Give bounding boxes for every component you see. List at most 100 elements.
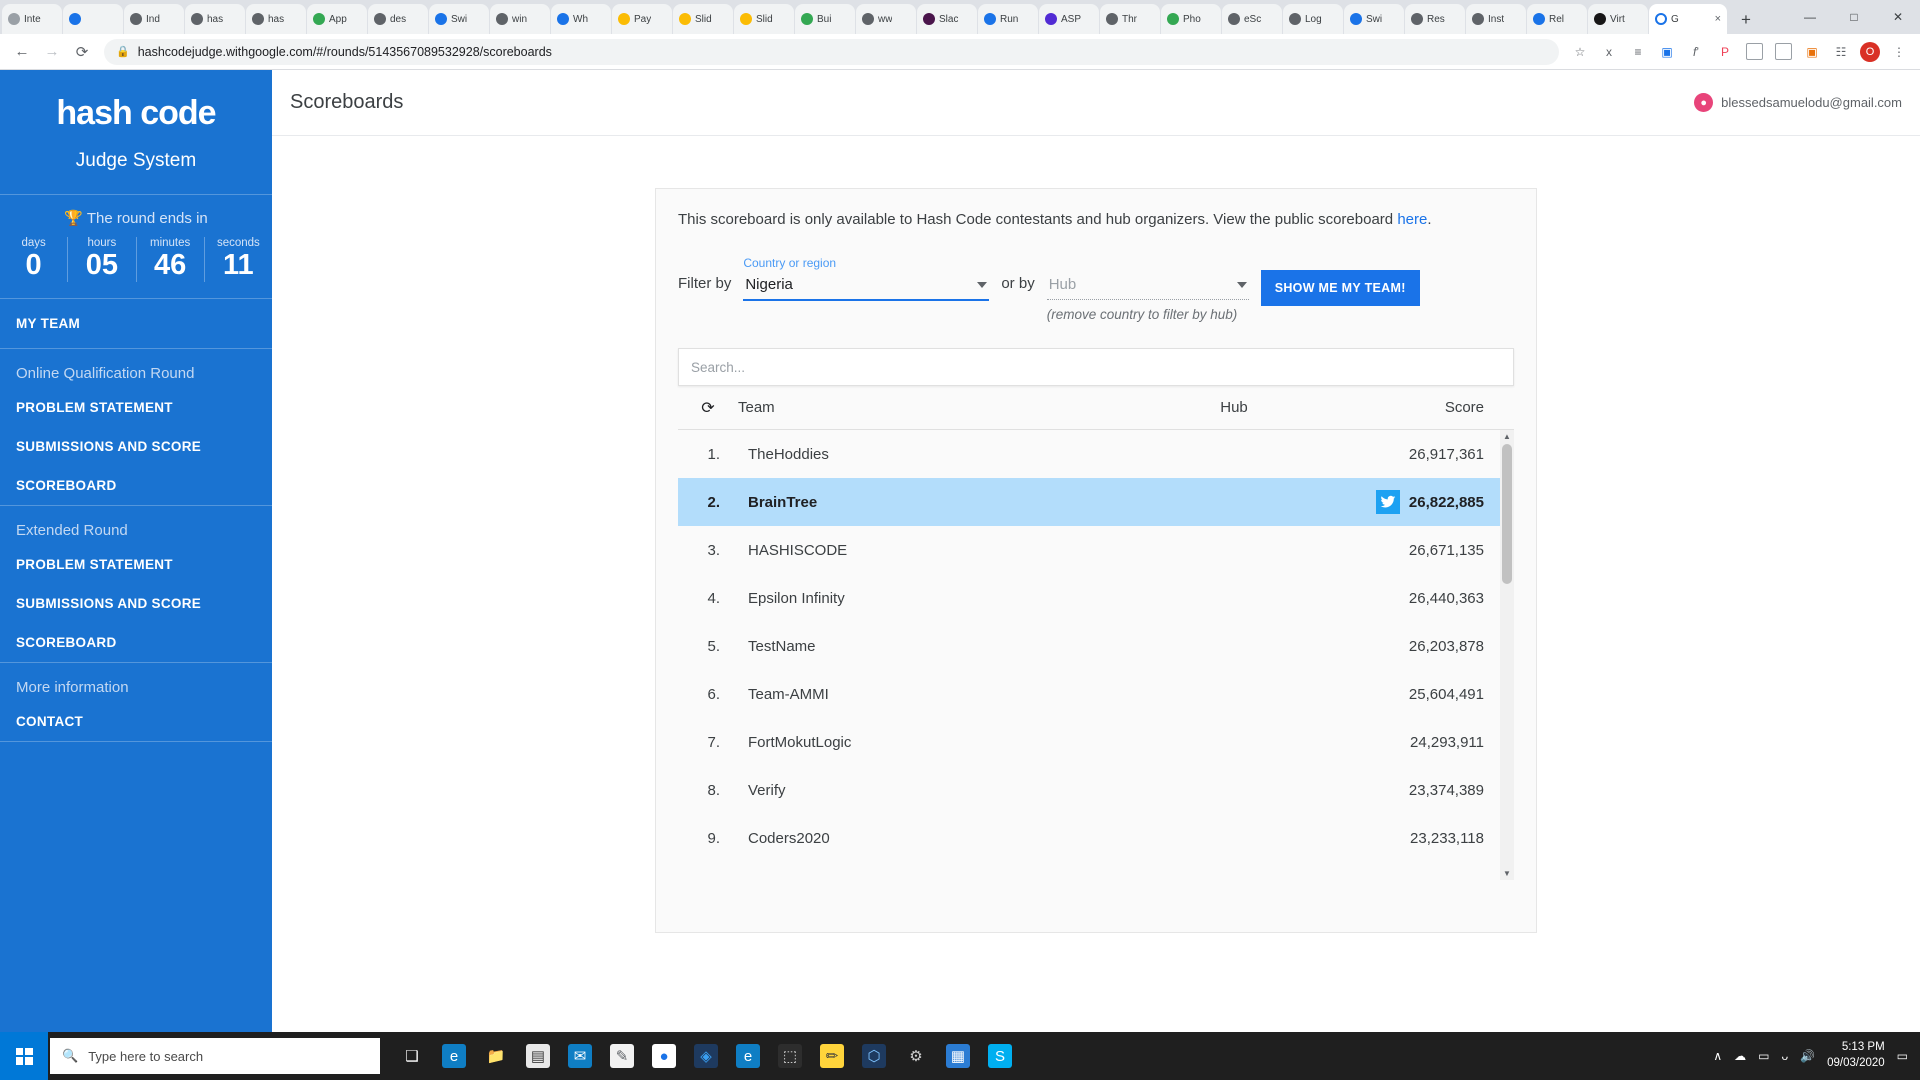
browser-tab[interactable]: Res [1405,4,1465,34]
browser-tab[interactable]: win [490,4,550,34]
user-account-chip[interactable]: ● blessedsamuelodu@gmail.com [1694,93,1902,112]
sidebar-item-submissions-and-score[interactable]: SUBMISSIONS AND SCORE [0,427,272,466]
browser-tab[interactable]: App [307,4,367,34]
country-select[interactable]: Nigeria [743,272,990,301]
table-row[interactable]: 1. TheHoddies 26,917,361 [678,430,1514,478]
browser-tab[interactable]: Wh [551,4,611,34]
reload-icon[interactable]: ⟳ [68,38,96,66]
browser-tab[interactable]: Run [978,4,1038,34]
table-row[interactable]: 3. HASHISCODE 26,671,135 [678,526,1514,574]
table-row[interactable]: 2. BrainTree 26,822,885 [678,478,1514,526]
browser-tab[interactable]: Ind [124,4,184,34]
extension-blank-icon[interactable] [1741,39,1767,65]
sidebar-item-scoreboard[interactable]: SCOREBOARD [0,623,272,662]
extension-fx-icon[interactable]: f’ [1683,39,1709,65]
sidebar-item-problem-statement[interactable]: PROBLEM STATEMENT [0,545,272,584]
table-row[interactable]: 9. Coders2020 23,233,118 [678,814,1514,862]
browser-tab[interactable]: Slac [917,4,977,34]
browser-tab[interactable]: Inte [2,4,62,34]
vertical-scrollbar[interactable]: ▲ ▼ [1500,430,1514,880]
browser-tab[interactable]: Pho [1161,4,1221,34]
browser-tab[interactable]: Log [1283,4,1343,34]
table-row[interactable]: 6. Team-AMMI 25,604,491 [678,670,1514,718]
table-row[interactable]: 10.Plot Twist 23,225,184 [678,862,1514,881]
browser-tab[interactable]: Bui [795,4,855,34]
table-row[interactable]: 5. TestName 26,203,878 [678,622,1514,670]
browser-tab[interactable]: has [185,4,245,34]
browser-tab[interactable]: Slid [734,4,794,34]
maximize-icon[interactable]: □ [1832,0,1876,34]
volume-icon[interactable]: 🔊 [1800,1049,1815,1063]
extension-pocket-icon[interactable]: P [1712,39,1738,65]
browser-tab[interactable]: Slid [673,4,733,34]
browser-tab[interactable]: Virt [1588,4,1648,34]
taskbar-app-photos[interactable]: ▦ [938,1034,978,1078]
taskbar-app-vs-code[interactable]: ◈ [686,1034,726,1078]
column-header-hub[interactable]: Hub [1114,399,1354,416]
table-row[interactable]: 4. Epsilon Infinity 26,440,363 [678,574,1514,622]
taskbar-app-edge-dev[interactable]: e [728,1034,768,1078]
taskbar-app-settings[interactable]: ⚙ [896,1034,936,1078]
browser-tab[interactable]: Pay [612,4,672,34]
browser-tab[interactable]: eSc [1222,4,1282,34]
browser-tab[interactable]: ww [856,4,916,34]
taskbar-app-skype[interactable]: S [980,1034,1020,1078]
column-header-team[interactable]: Team [738,399,1114,416]
extension-translate-icon[interactable]: ▣ [1654,39,1680,65]
browser-tab[interactable]: Thr [1100,4,1160,34]
chrome-menu-icon[interactable]: ⋮ [1886,39,1912,65]
sidebar-item-contact[interactable]: CONTACT [0,702,272,741]
sidebar-item-scoreboard[interactable]: SCOREBOARD [0,466,272,505]
sidebar-item-submissions-and-score[interactable]: SUBMISSIONS AND SCORE [0,584,272,623]
address-bar[interactable]: 🔒 hashcodejudge.withgoogle.com/#/rounds/… [104,38,1559,65]
taskbar-search-input[interactable]: 🔍 Type here to search [50,1038,380,1074]
minimize-icon[interactable]: — [1788,0,1832,34]
browser-tab[interactable]: Rel [1527,4,1587,34]
taskbar-app-3d-viewer[interactable]: ⬡ [854,1034,894,1078]
onedrive-icon[interactable]: ☁ [1734,1049,1746,1063]
hub-select[interactable]: Hub [1046,272,1249,300]
start-button[interactable] [0,1032,48,1080]
column-header-score[interactable]: Score [1354,399,1514,416]
scroll-up-icon[interactable]: ▲ [1503,430,1511,443]
table-row[interactable]: 7. FortMokutLogic 24,293,911 [678,718,1514,766]
browser-tab-active[interactable]: G × [1649,4,1727,34]
network-icon[interactable]: ᴗ [1781,1049,1788,1063]
browser-tab[interactable]: has [246,4,306,34]
browser-tab[interactable] [63,4,123,34]
sidebar-item-my-team[interactable]: MY TEAM [0,299,272,348]
browser-tab[interactable]: Inst [1466,4,1526,34]
scrollbar-thumb[interactable] [1502,444,1512,584]
taskbar-app-notepad[interactable]: ✏ [812,1034,852,1078]
twitter-icon[interactable] [1375,490,1400,514]
browser-tab[interactable]: ASP [1039,4,1099,34]
forward-icon[interactable]: → [38,38,66,66]
search-input[interactable]: Search... [678,348,1514,386]
taskbar-app-chrome[interactable]: ● [644,1034,684,1078]
sidebar-item-problem-statement[interactable]: PROBLEM STATEMENT [0,388,272,427]
extension-list-icon[interactable]: ≡ [1625,39,1651,65]
extension-square-icon[interactable]: ▣ [1799,39,1825,65]
browser-tab[interactable]: Swi [429,4,489,34]
browser-tab[interactable]: Swi [1344,4,1404,34]
show-me-my-team-button[interactable]: SHOW ME MY TEAM! [1260,270,1420,306]
scroll-down-icon[interactable]: ▼ [1503,867,1511,880]
browser-tab[interactable]: des [368,4,428,34]
extension-note-icon[interactable]: ☷ [1828,39,1854,65]
taskbar-app-terminal[interactable]: ⬚ [770,1034,810,1078]
back-icon[interactable]: ← [8,38,36,66]
bookmark-star-icon[interactable]: ☆ [1567,39,1593,65]
table-row[interactable]: 8. Verify 23,374,389 [678,766,1514,814]
refresh-icon[interactable]: ⟳ [678,398,738,418]
taskbar-app-file-explorer[interactable]: 📁 [476,1034,516,1078]
extension-grid-icon[interactable] [1770,39,1796,65]
tray-expand-icon[interactable]: ∧ [1713,1049,1722,1063]
taskbar-app-mail[interactable]: ✉ [560,1034,600,1078]
taskbar-app-task-view[interactable]: ❑ [392,1034,432,1078]
taskbar-app-edge[interactable]: e [434,1034,474,1078]
extension-x-icon[interactable]: x [1596,39,1622,65]
action-center-icon[interactable]: ▭ [1897,1049,1908,1063]
taskbar-app-sticky-notes[interactable]: ✎ [602,1034,642,1078]
clock[interactable]: 5:13 PM 09/03/2020 [1827,1040,1885,1071]
close-icon[interactable]: × [1715,13,1721,25]
